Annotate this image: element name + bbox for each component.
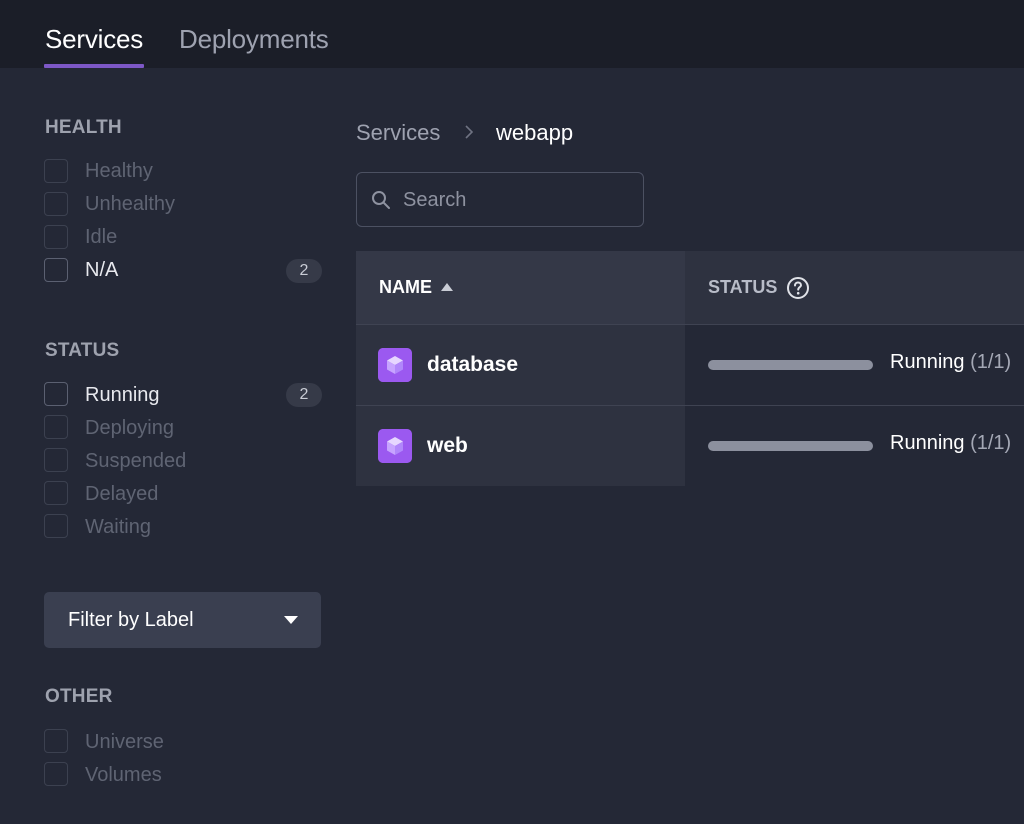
checkbox[interactable]: [44, 762, 68, 786]
status-progress-bar: [708, 360, 873, 370]
cube-icon: [378, 348, 412, 382]
column-header-name[interactable]: NAME: [356, 251, 685, 324]
filter-health-healthy[interactable]: Healthy: [44, 157, 322, 185]
search-icon: [372, 191, 390, 209]
tab-services[interactable]: Services: [45, 24, 143, 55]
top-tab-bar: Services Deployments: [0, 0, 1024, 68]
filter-label: Universe: [85, 731, 164, 753]
row-divider: [356, 405, 1024, 406]
instance-count: (1/1): [970, 432, 1012, 454]
checkbox[interactable]: [44, 258, 68, 282]
count-badge: 2: [286, 383, 322, 407]
filter-status-suspended[interactable]: Suspended: [44, 446, 322, 474]
filter-status-delayed[interactable]: Delayed: [44, 479, 322, 507]
filter-label: Waiting: [85, 516, 151, 538]
breadcrumb-services[interactable]: Services: [356, 120, 440, 146]
checkbox[interactable]: [44, 382, 68, 406]
status-section-title: STATUS: [45, 340, 120, 361]
active-tab-indicator: [44, 64, 144, 68]
column-header-status-label: STATUS: [708, 277, 778, 297]
filter-health-idle[interactable]: Idle: [44, 223, 322, 251]
filter-label: Unhealthy: [85, 193, 176, 215]
search-input[interactable]: [403, 183, 633, 217]
checkbox[interactable]: [44, 481, 68, 505]
column-header-name-label: NAME: [379, 277, 432, 297]
checkbox[interactable]: [44, 514, 68, 538]
count-badge: 2: [286, 259, 322, 283]
breadcrumb-current: webapp: [496, 120, 574, 145]
caret-down-icon: [284, 616, 298, 624]
checkbox[interactable]: [44, 448, 68, 472]
other-section-title: OTHER: [45, 686, 113, 707]
filter-label: Deploying: [85, 417, 174, 439]
tab-deployments[interactable]: Deployments: [179, 24, 329, 55]
status-progress-bar: [708, 441, 873, 451]
filter-health-unhealthy[interactable]: Unhealthy: [44, 190, 322, 218]
service-name-link[interactable]: web: [427, 434, 468, 458]
filter-label: N/A: [85, 259, 119, 281]
row-divider: [356, 324, 1024, 325]
chevron-right-icon: [465, 125, 474, 139]
instance-count: (1/1): [970, 351, 1012, 373]
status-text: Running (1/1): [890, 351, 1011, 374]
filter-status-running[interactable]: Running 2: [44, 380, 322, 408]
table-row[interactable]: web Running (1/1): [356, 405, 1024, 486]
filter-label: Idle: [85, 226, 118, 248]
filter-label: Suspended: [85, 450, 187, 472]
filter-by-label-text: Filter by Label: [68, 609, 194, 631]
filter-health-na[interactable]: N/A 2: [44, 256, 322, 284]
filter-label: Delayed: [85, 483, 159, 505]
status-label: Running: [890, 432, 965, 454]
filter-other-volumes[interactable]: Volumes: [44, 760, 322, 788]
health-section-title: HEALTH: [45, 117, 122, 138]
filter-by-label-dropdown[interactable]: Filter by Label: [44, 592, 321, 648]
filter-status-deploying[interactable]: Deploying: [44, 413, 322, 441]
filter-label: Running: [85, 384, 160, 406]
table-row[interactable]: database Running (1/1): [356, 324, 1024, 405]
checkbox[interactable]: [44, 415, 68, 439]
search-box[interactable]: [356, 172, 644, 227]
checkbox[interactable]: [44, 729, 68, 753]
status-label: Running: [890, 351, 965, 373]
checkbox[interactable]: [44, 225, 68, 249]
status-text: Running (1/1): [890, 432, 1011, 455]
cube-icon: [378, 429, 412, 463]
checkbox[interactable]: [44, 192, 68, 216]
column-header-status[interactable]: STATUS: [685, 251, 1024, 324]
filter-status-waiting[interactable]: Waiting: [44, 512, 322, 540]
filter-label: Healthy: [85, 160, 153, 182]
sort-asc-icon: [441, 283, 453, 291]
services-table: NAME STATUS database Running (1/1) web R…: [356, 251, 1024, 486]
filter-label: Volumes: [85, 764, 162, 786]
filter-other-universe[interactable]: Universe: [44, 727, 322, 755]
service-name-link[interactable]: database: [427, 353, 518, 377]
checkbox[interactable]: [44, 159, 68, 183]
help-icon[interactable]: [786, 276, 810, 300]
